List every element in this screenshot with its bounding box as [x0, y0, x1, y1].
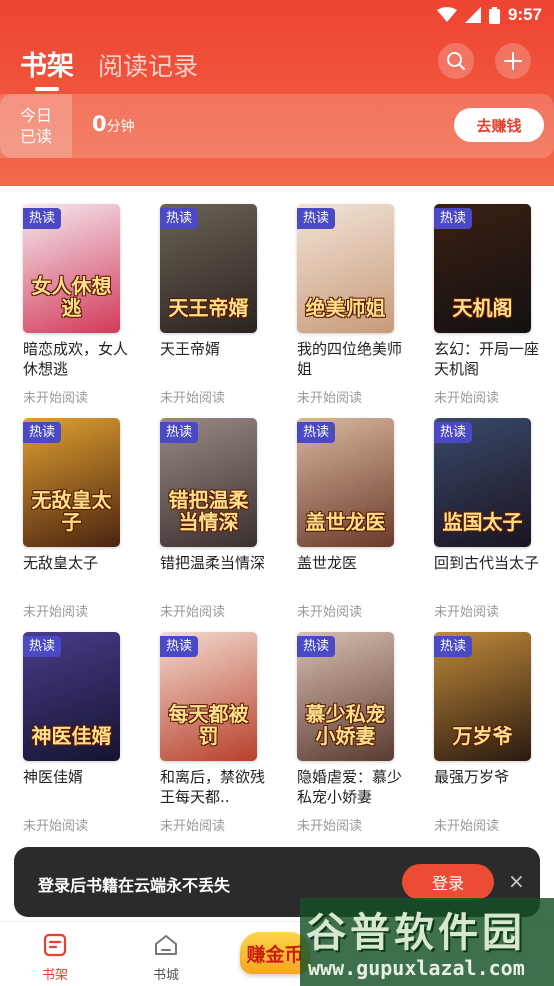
book-item[interactable]: 每天都被罚 热读 和离后，禁欲残王每天都.. 未开始阅读 [160, 632, 265, 834]
hot-badge: 热读 [160, 422, 199, 443]
book-cover[interactable]: 神医佳婿 热读 [23, 632, 120, 761]
book-item[interactable]: 绝美师姐 热读 我的四位绝美师姐 未开始阅读 [297, 204, 402, 406]
hot-badge: 热读 [434, 636, 473, 657]
cover-title: 万岁爷 [452, 724, 513, 748]
book-title[interactable]: 最强万岁爷 [434, 767, 550, 807]
tab-bookshelf[interactable]: 书架 [20, 44, 74, 83]
tab-reading-history[interactable]: 阅读记录 [98, 47, 198, 83]
hot-badge: 热读 [23, 636, 62, 657]
hot-badge: 热读 [160, 636, 199, 657]
watermark-logo: 谷普软件园 www.gupuxlazal.com [300, 898, 554, 986]
book-title[interactable]: 暗恋成欢，女人休想逃 [23, 339, 139, 379]
book-title[interactable]: 无敌皇太子 [23, 553, 139, 593]
watermark-url: www.gupuxlazal.com [308, 956, 525, 980]
bookshelf-content: 女人休想逃 热读 暗恋成欢，女人休想逃 未开始阅读 天王帝婿 热读 天王帝婿 未开始阅读 绝美师… [0, 186, 554, 921]
book-status: 未开始阅读 [434, 605, 500, 620]
reading-stats-card: 今日 已读 0分钟 去赚钱 [0, 94, 554, 158]
cover-title: 无敌皇太子 [31, 488, 112, 534]
book-cover[interactable]: 天王帝婿 热读 [160, 204, 257, 333]
book-status: 未开始阅读 [434, 391, 500, 406]
earn-money-button[interactable]: 去赚钱 [454, 108, 544, 142]
plus-icon [504, 52, 522, 70]
book-item[interactable]: 神医佳婿 热读 神医佳婿未开始阅读 [23, 632, 123, 834]
hot-badge: 热读 [297, 422, 336, 443]
hot-badge: 热读 [297, 208, 336, 229]
book-cover[interactable]: 绝美师姐 热读 [297, 204, 394, 333]
signal-icon [464, 7, 481, 23]
cover-title: 绝美师姐 [305, 296, 386, 320]
book-status: 未开始阅读 [297, 819, 363, 834]
book-title[interactable]: 神医佳婿 [23, 767, 139, 807]
book-status: 未开始阅读 [23, 605, 89, 620]
cover-title: 天王帝婿 [168, 296, 249, 320]
watermark-title: 谷普软件园 [306, 910, 526, 956]
book-title[interactable]: 错把温柔当情深 [160, 553, 276, 593]
book-item[interactable]: 慕少私宠小娇妻 热读 隐婚虐爱：慕少私宠小娇妻 未开始阅读 [297, 632, 402, 834]
book-title[interactable]: 我的四位绝美师姐 [297, 339, 413, 379]
cover-title: 监国太子 [442, 510, 523, 534]
book-status: 未开始阅读 [23, 391, 89, 406]
reading-minutes: 0分钟 [92, 112, 135, 136]
add-button[interactable] [495, 43, 531, 79]
book-title[interactable]: 天王帝婿 [160, 339, 276, 379]
book-item[interactable]: 错把温柔当情深 热读 错把温柔当情深未开始阅读 [160, 418, 265, 620]
book-cover[interactable]: 每天都被罚 热读 [160, 632, 257, 761]
book-item[interactable]: 天王帝婿 热读 天王帝婿未开始阅读 [160, 204, 260, 406]
bookshelf-icon [43, 933, 67, 957]
clock: 9:57 [507, 5, 542, 24]
book-status: 未开始阅读 [297, 391, 363, 406]
cover-title: 盖世龙医 [305, 510, 386, 534]
battery-icon [488, 6, 500, 24]
book-status: 未开始阅读 [160, 819, 226, 834]
search-button[interactable] [438, 43, 474, 79]
cover-title: 神医佳婿 [31, 724, 112, 748]
book-cover[interactable]: 错把温柔当情深 热读 [160, 418, 257, 547]
hot-badge: 热读 [23, 208, 62, 229]
hot-badge: 热读 [434, 422, 473, 443]
search-icon [447, 52, 465, 70]
book-item[interactable]: 天机阁 热读 玄幻：开局一座天机阁 未开始阅读 [434, 204, 539, 406]
cover-title: 错把温柔当情深 [168, 488, 249, 534]
book-item[interactable]: 监国太子 热读 回到古代当太子 未开始阅读 [434, 418, 539, 620]
book-status: 未开始阅读 [23, 819, 89, 834]
book-cover[interactable]: 女人休想逃 热读 [23, 204, 120, 333]
book-item[interactable]: 无敌皇太子 热读 无敌皇太子未开始阅读 [23, 418, 123, 620]
close-icon[interactable]: × [508, 871, 525, 891]
cover-title: 天机阁 [452, 296, 513, 320]
hot-badge: 热读 [297, 636, 336, 657]
book-title[interactable]: 和离后，禁欲残王每天都.. [160, 767, 276, 807]
wifi-icon [436, 7, 457, 22]
today-read-label: 今日 已读 [0, 94, 72, 158]
book-item[interactable]: 万岁爷 热读 最强万岁爷 未开始阅读 [434, 632, 534, 834]
login-button[interactable]: 登录 [402, 864, 494, 900]
hot-badge: 热读 [160, 208, 199, 229]
book-status: 未开始阅读 [160, 391, 226, 406]
book-cover[interactable]: 无敌皇太子 热读 [23, 418, 120, 547]
cover-title: 慕少私宠小娇妻 [305, 702, 386, 748]
book-status: 未开始阅读 [434, 819, 500, 834]
book-status: 未开始阅读 [297, 605, 363, 620]
nav-item-store[interactable]: 书城 [136, 932, 196, 983]
book-title[interactable]: 隐婚虐爱：慕少私宠小娇妻 [297, 767, 413, 807]
top-tabs: 书架 阅读记录 [20, 44, 198, 83]
book-cover[interactable]: 天机阁 热读 [434, 204, 531, 333]
store-icon [155, 935, 177, 955]
hot-badge: 热读 [434, 208, 473, 229]
nav-item-bookshelf[interactable]: 书架 [25, 932, 85, 983]
hot-badge: 热读 [23, 422, 62, 443]
cover-title: 女人休想逃 [31, 274, 112, 320]
book-item[interactable]: 女人休想逃 热读 暗恋成欢，女人休想逃 未开始阅读 [23, 204, 128, 406]
status-bar: 9:57 [0, 0, 554, 32]
book-item[interactable]: 盖世龙医 热读 盖世龙医未开始阅读 [297, 418, 397, 620]
book-cover[interactable]: 万岁爷 热读 [434, 632, 531, 761]
book-title[interactable]: 盖世龙医 [297, 553, 413, 593]
book-title[interactable]: 玄幻：开局一座天机阁 [434, 339, 550, 379]
book-cover[interactable]: 盖世龙医 热读 [297, 418, 394, 547]
book-status: 未开始阅读 [160, 605, 226, 620]
book-cover[interactable]: 监国太子 热读 [434, 418, 531, 547]
book-cover[interactable]: 慕少私宠小娇妻 热读 [297, 632, 394, 761]
cover-title: 每天都被罚 [168, 702, 249, 748]
book-title[interactable]: 回到古代当太子 [434, 553, 550, 593]
toast-message: 登录后书籍在云端永不丢失 [38, 876, 231, 895]
